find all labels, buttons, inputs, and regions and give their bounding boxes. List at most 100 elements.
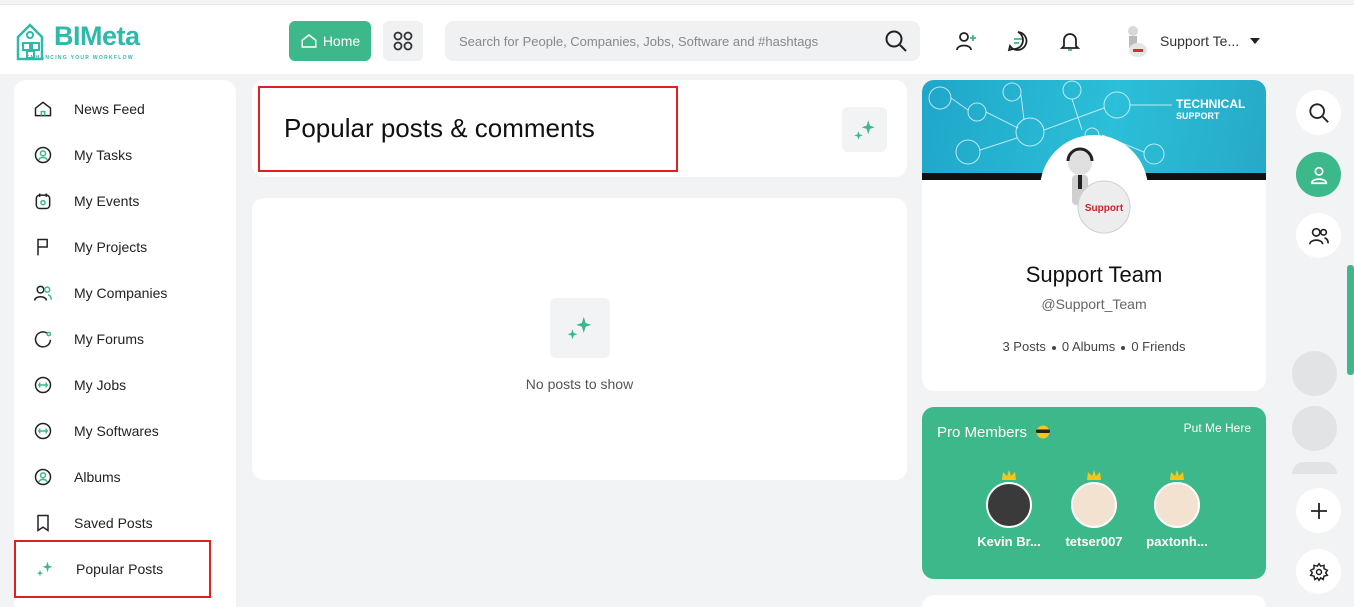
sidebar-item-label: Popular Posts (76, 561, 164, 577)
user-icon (1310, 166, 1327, 184)
sidebar-item-my-events[interactable]: My Events (14, 181, 236, 221)
sparkle-button[interactable] (842, 107, 887, 152)
people-icon (1308, 227, 1329, 244)
banner-title-sub: SUPPORT (1176, 111, 1220, 121)
friends-count[interactable]: 0 Friends (1131, 339, 1185, 354)
profile-handle: @Support_Team (1041, 296, 1147, 312)
logo-text: BIMeta (54, 21, 140, 51)
apps-button[interactable] (383, 21, 423, 61)
search-input[interactable] (459, 21, 869, 61)
jobs-icon (32, 374, 54, 396)
pro-member[interactable]: Kevin Br... (969, 470, 1049, 549)
rail-search-button[interactable] (1296, 90, 1341, 135)
notifications-button[interactable] (1058, 29, 1082, 53)
member-avatar (986, 482, 1032, 528)
sidebar-item-label: My Jobs (74, 377, 127, 393)
messages-button[interactable] (1006, 29, 1030, 53)
pro-member[interactable]: paxtonh... (1137, 470, 1217, 549)
sidebar-item-label: My Tasks (74, 147, 133, 163)
profile-name[interactable]: Support Team (922, 262, 1266, 288)
crown-icon (1002, 470, 1016, 480)
banner-title-main: TECHNICAL (1176, 97, 1246, 111)
bookmark-icon (32, 512, 54, 534)
plus-icon (1310, 502, 1327, 519)
add-friend-button[interactable] (954, 29, 978, 53)
search-icon (1308, 102, 1329, 123)
chat-icon (1007, 31, 1028, 52)
bell-icon (1059, 33, 1081, 51)
separator-dot (1121, 345, 1126, 350)
posts-feed: No posts to show (252, 198, 907, 480)
logo[interactable]: BIMeta ENHANCING YOUR WORKFLOW (14, 17, 159, 69)
apps-grid-icon (393, 31, 413, 51)
empty-state-icon (550, 298, 610, 358)
user-name: Support Te... (1160, 33, 1240, 49)
sidebar-item-my-softwares[interactable]: My Softwares (14, 411, 236, 451)
empty-state-text: No posts to show (525, 376, 634, 392)
top-header: BIMeta ENHANCING YOUR WORKFLOW Home Supp… (0, 4, 1354, 74)
rail-contact-placeholder[interactable] (1292, 351, 1337, 396)
logo-tagline: ENHANCING YOUR WORKFLOW (26, 55, 134, 61)
caret-down-icon (1250, 38, 1261, 44)
pro-members-title: Pro Members (937, 424, 1052, 441)
posts-count[interactable]: 3 Posts (1002, 339, 1045, 354)
home-icon (301, 34, 317, 48)
sidebar-item-my-forums[interactable]: My Forums (14, 319, 236, 359)
scrollbar[interactable] (1347, 265, 1354, 375)
banner-title: TECHNICAL SUPPORT (1176, 98, 1245, 122)
albums-count[interactable]: 0 Albums (1062, 339, 1115, 354)
rail-contact-placeholder[interactable] (1292, 462, 1337, 474)
left-sidebar: News Feed My Tasks My Events My Projects… (14, 80, 236, 607)
forum-icon (32, 328, 54, 350)
put-me-here-link[interactable]: Put Me Here (1184, 421, 1251, 435)
sparkle-icon (34, 558, 56, 580)
page-title: Popular posts & comments (284, 113, 595, 143)
sidebar-item-saved-posts[interactable]: Saved Posts (14, 503, 236, 543)
rail-settings-button[interactable] (1296, 549, 1341, 594)
rail-add-button[interactable] (1296, 488, 1341, 533)
sidebar-item-news-feed[interactable]: News Feed (14, 89, 236, 129)
sparkle-icon (853, 119, 875, 140)
rail-profile-button[interactable] (1296, 152, 1341, 197)
user-menu[interactable]: Support Te... (1120, 21, 1261, 61)
add-user-icon (956, 32, 976, 51)
member-name: paxtonh... (1146, 534, 1208, 549)
rail-friends-button[interactable] (1296, 213, 1341, 258)
search-icon[interactable] (884, 29, 908, 53)
sidebar-item-label: My Projects (74, 239, 148, 255)
sidebar-item-my-projects[interactable]: My Projects (14, 227, 236, 267)
avatar (1128, 26, 1147, 57)
profile-avatar[interactable]: Support (1040, 135, 1148, 243)
profile-stats: 3 Posts 0 Albums 0 Friends (922, 339, 1266, 354)
sidebar-item-label: My Companies (74, 285, 168, 301)
profile-card: TECHNICAL SUPPORT Support Support Team @… (922, 80, 1266, 391)
member-name: tetser007 (1065, 534, 1123, 549)
sparkle-icon (567, 316, 592, 340)
sidebar-item-albums[interactable]: Albums (14, 457, 236, 497)
home-label: Home (322, 33, 361, 49)
home-icon (32, 98, 54, 120)
member-name: Kevin Br... (977, 534, 1041, 549)
sidebar-item-label: My Forums (74, 331, 144, 347)
support-figure-icon: Support (1066, 147, 1131, 234)
sidebar-item-label: News Feed (74, 101, 145, 117)
home-button[interactable]: Home (289, 21, 371, 61)
sidebar-item-my-tasks[interactable]: My Tasks (14, 135, 236, 175)
sidebar-item-label: My Events (74, 193, 140, 209)
sidebar-item-my-jobs[interactable]: My Jobs (14, 365, 236, 405)
pro-members-card: Pro Members Put Me Here Kevin Br... tets… (922, 407, 1266, 579)
album-icon (32, 466, 54, 488)
member-avatar (1071, 482, 1117, 528)
sidebar-item-label: Albums (74, 469, 121, 485)
pro-members-title-text: Pro Members (937, 424, 1028, 441)
software-icon (32, 420, 54, 442)
pro-member[interactable]: tetser007 (1054, 470, 1134, 549)
task-icon (32, 144, 54, 166)
member-avatar (1154, 482, 1200, 528)
separator-dot (1051, 345, 1056, 350)
people-icon (32, 282, 54, 304)
flag-icon (32, 236, 54, 258)
sidebar-item-popular-posts[interactable]: Popular Posts (14, 540, 211, 598)
rail-contact-placeholder[interactable] (1292, 406, 1337, 451)
sidebar-item-my-companies[interactable]: My Companies (14, 273, 236, 313)
